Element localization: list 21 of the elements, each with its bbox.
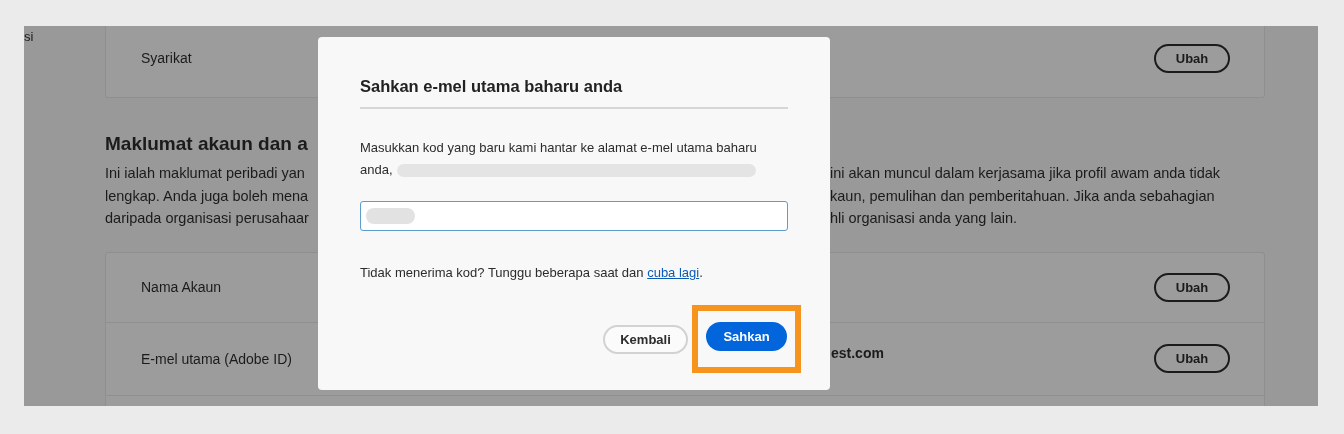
resend-text: Tidak menerima kod? Tunggu beberapa saat dan cuba lagi. (360, 264, 704, 282)
field-label: Nama Akaun (141, 279, 223, 295)
field-label: E-mel utama (Adobe ID) (141, 350, 293, 367)
description-text: ini akan muncul dalam kerjasama jika profil awam anda tidak (830, 164, 1222, 183)
description-text: daripada organisasi perusahaar (105, 209, 310, 228)
back-button[interactable]: Kembali (603, 324, 688, 354)
description-text: lengkap. Anda juga boleh mena (105, 186, 310, 206)
code-field[interactable] (360, 201, 788, 231)
change-button[interactable]: Ubah (1154, 272, 1230, 302)
field-label: Syarikat (141, 50, 193, 66)
sidebar-text: si (24, 29, 34, 45)
description-text: Ini ialah maklumat peribadi yan (105, 164, 306, 183)
dialog-message: Masukkan kod yang baru kami hantar ke alamat e-mel utama baharu anda, (360, 140, 757, 177)
change-button[interactable]: Ubah (1154, 43, 1230, 73)
field-value: est.com (831, 344, 885, 361)
section-heading: Maklumat akaun dan a (105, 132, 308, 156)
change-button[interactable]: Ubah (1154, 344, 1230, 373)
description-text: hli organisasi anda yang lain. (830, 209, 1018, 228)
dialog-title: Sahkan e-mel utama baharu anda (360, 75, 788, 109)
description-text: kaun, pemulihan dan pemberitahuan. Jika anda sebahagian (830, 186, 1216, 206)
confirm-button[interactable]: Sahkan (706, 322, 787, 351)
